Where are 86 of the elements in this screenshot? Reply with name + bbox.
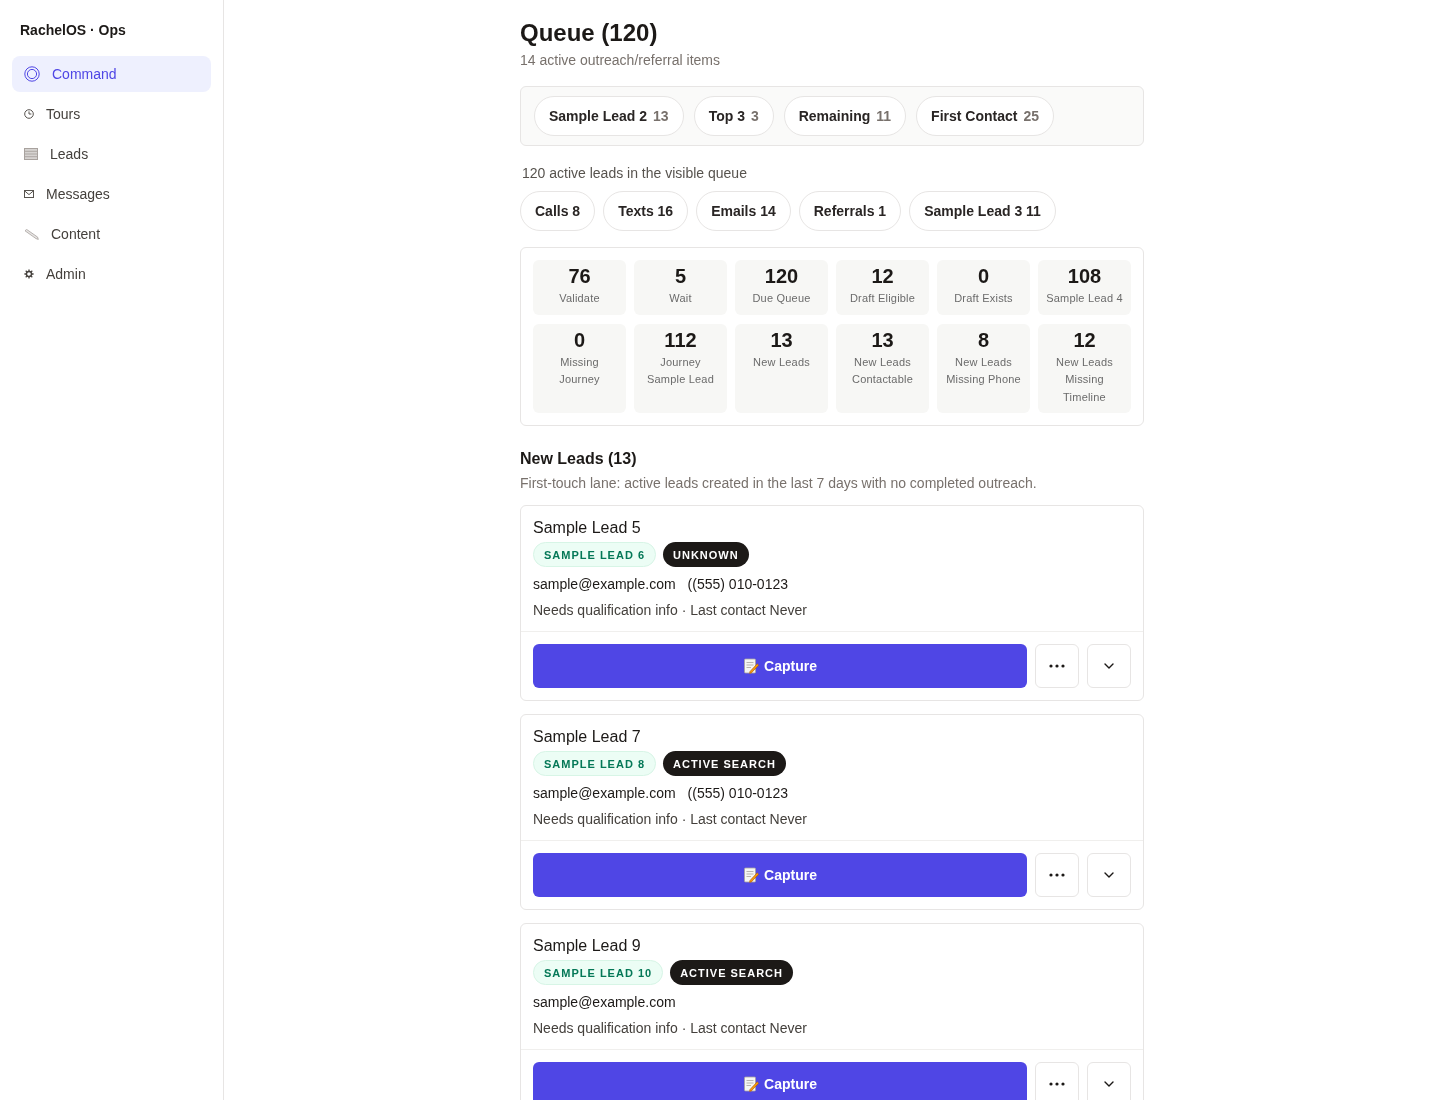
segment-tag: SAMPLE LEAD 6 <box>533 542 656 567</box>
queue-note: 120 active leads in the visible queue <box>521 164 747 183</box>
stat-label: Draft Exists <box>953 291 1014 306</box>
email-text: sample@example.com <box>533 993 676 1012</box>
stat-label: New Leads Missing Phone <box>945 354 1022 387</box>
nav-item[interactable]: Messages <box>12 176 211 212</box>
stat-label: Wait <box>668 291 693 306</box>
expand-button[interactable] <box>1087 853 1131 897</box>
more-button[interactable] <box>1035 644 1079 688</box>
status-tag: ACTIVE SEARCH <box>663 751 786 776</box>
email-text: sample@example.com <box>533 784 676 803</box>
stat-value: 12 <box>870 264 895 288</box>
chevron-down-icon <box>1104 1081 1114 1087</box>
chevron-down-icon <box>1104 663 1114 669</box>
nav-item[interactable]: Command <box>12 56 211 92</box>
stat-value: 13 <box>769 327 794 352</box>
stat-value: 5 <box>673 264 688 288</box>
lead-status-text: Needs qualification info · Last contact Never <box>533 1019 807 1038</box>
expand-button[interactable] <box>1087 644 1131 688</box>
more-button[interactable] <box>1035 853 1079 897</box>
section-title: New Leads (13) <box>520 449 637 469</box>
capture-button[interactable]: Capture <box>533 1062 1027 1100</box>
phone-text: ((555) 010-0123 <box>687 784 788 803</box>
channel-chip[interactable]: Sample Lead 3 11 <box>909 191 1056 231</box>
filter-chip[interactable]: Sample Lead 2 13 <box>534 96 684 136</box>
memo-icon <box>743 658 760 674</box>
list-icon <box>24 148 38 160</box>
ellipsis-icon <box>1049 664 1065 668</box>
status-tag: UNKNOWN <box>663 542 749 567</box>
expand-button[interactable] <box>1087 1062 1131 1100</box>
stat-label: Draft Eligible <box>848 291 917 306</box>
phone-text: ((555) 010-0123 <box>687 575 788 594</box>
page-title: Queue (120) <box>520 18 658 48</box>
nav-item[interactable]: Leads <box>12 136 211 172</box>
stat-label: New Leads Contactable <box>851 354 914 387</box>
segment-tag: SAMPLE LEAD 10 <box>533 960 664 985</box>
nav-item[interactable]: Content <box>12 216 211 252</box>
capture-button[interactable]: Capture <box>533 853 1027 897</box>
stat-value: 8 <box>976 327 991 352</box>
channel-chip[interactable]: Texts 16 <box>603 191 689 231</box>
more-button[interactable] <box>1035 1062 1079 1100</box>
nav-item[interactable]: Tours <box>12 96 211 132</box>
channel-chip[interactable]: Calls 8 <box>520 191 596 231</box>
stat-label: Due Queue <box>751 291 812 306</box>
ellipsis-icon <box>1049 873 1065 877</box>
filter-chip[interactable]: Remaining 11 <box>783 96 907 136</box>
filter-chip[interactable]: Top 3 3 <box>693 96 774 136</box>
pencil-icon <box>24 228 39 240</box>
clock-icon <box>24 109 34 119</box>
channel-chip[interactable]: Emails 14 <box>696 191 791 231</box>
filter-chip[interactable]: First Contact 25 <box>916 96 1055 136</box>
lead-name: Sample Lead 9 <box>533 936 641 956</box>
nav-item[interactable]: Admin <box>12 256 211 292</box>
stat-value: 13 <box>870 327 895 352</box>
memo-icon <box>743 1076 760 1092</box>
section-description: First-touch lane: active leads created in the last 7 days with no completed outreach. <box>520 474 1037 493</box>
gear-icon <box>24 269 34 279</box>
status-tag: ACTIVE SEARCH <box>670 960 793 985</box>
stat-value: 76 <box>567 264 592 288</box>
stat-value: 12 <box>1072 327 1097 352</box>
chevron-down-icon <box>1104 872 1114 878</box>
memo-icon <box>743 867 760 883</box>
stat-label: New Leads <box>752 354 811 370</box>
stat-label: Missing Journey <box>558 354 601 387</box>
stat-value: 120 <box>763 264 800 288</box>
envelope-icon <box>24 190 34 198</box>
stat-label: New Leads Missing Timeline <box>1055 354 1114 405</box>
channel-chip[interactable]: Referrals 1 <box>798 191 902 231</box>
stat-value: 0 <box>572 327 587 352</box>
stat-label: Sample Lead 4 <box>1046 291 1123 306</box>
stat-value: 108 <box>1066 264 1103 288</box>
capture-button[interactable]: Capture <box>533 644 1027 688</box>
page-subtitle: 14 active outreach/referral items <box>520 51 720 70</box>
lead-name: Sample Lead 7 <box>533 727 641 747</box>
stat-value: 0 <box>976 264 991 288</box>
segment-tag: SAMPLE LEAD 8 <box>533 751 656 776</box>
lead-name: Sample Lead 5 <box>533 518 641 538</box>
stat-label: Journey Sample Lead <box>646 354 715 387</box>
lead-status-text: Needs qualification info · Last contact Never <box>533 601 807 620</box>
ellipsis-icon <box>1049 1082 1065 1086</box>
rings-icon <box>24 66 40 82</box>
stat-value: 112 <box>663 327 698 352</box>
lead-status-text: Needs qualification info · Last contact Never <box>533 810 807 829</box>
stat-label: Validate <box>558 291 601 306</box>
app-brand: RachelOS · Ops <box>19 21 126 40</box>
email-text: sample@example.com <box>533 575 676 594</box>
